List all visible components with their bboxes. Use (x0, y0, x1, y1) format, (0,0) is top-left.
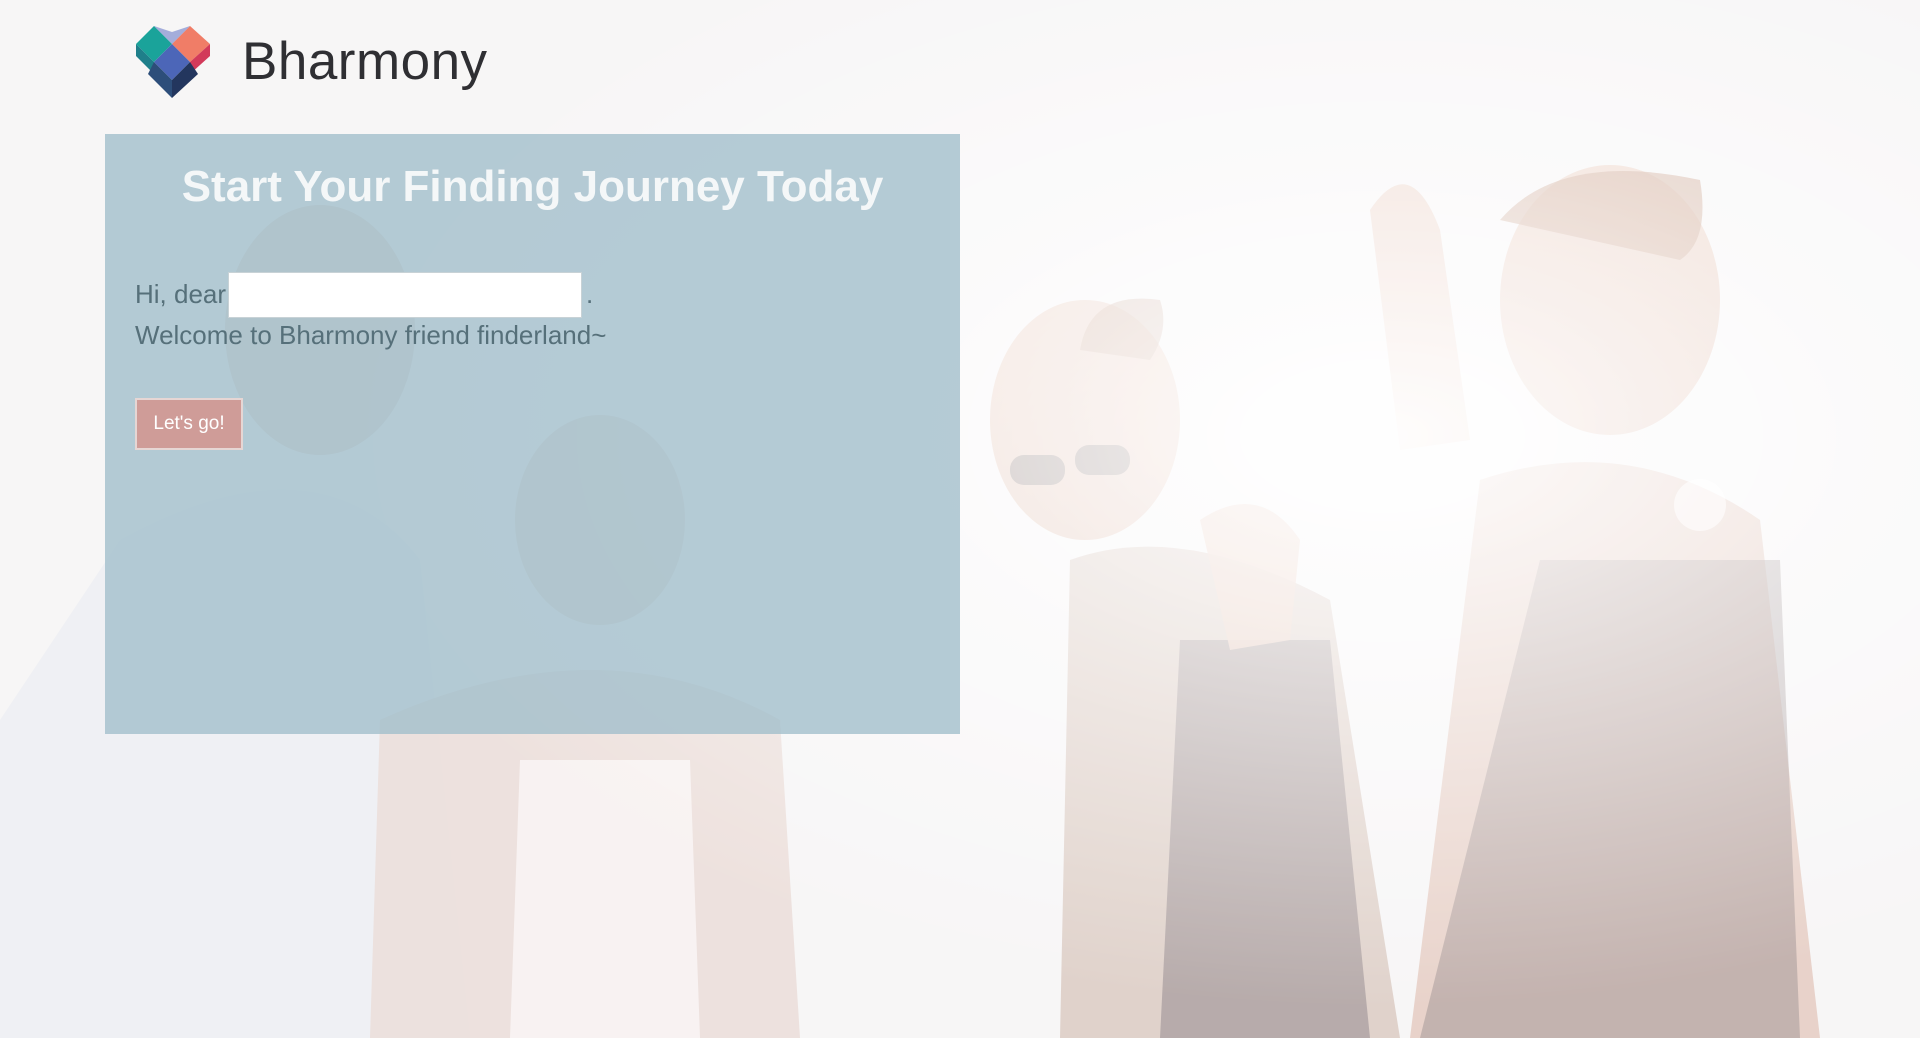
welcome-text: Welcome to Bharmony friend finderland~ (135, 320, 607, 350)
greeting-prefix: Hi, dear (135, 279, 227, 309)
heart-mosaic-icon (136, 26, 210, 98)
lets-go-button[interactable]: Let's go! (135, 398, 243, 450)
page: Bharmony Start Your Finding Journey Toda… (0, 0, 1920, 1038)
greeting-line: Hi, dear . (135, 271, 606, 318)
welcome-panel: Start Your Finding Journey Today Hi, dea… (105, 134, 960, 734)
greeting-suffix: . (586, 279, 594, 309)
greeting-block: Hi, dear . Welcome to Bharmony friend fi… (135, 271, 607, 356)
name-input[interactable] (228, 271, 583, 318)
panel-title: Start Your Finding Journey Today (181, 162, 884, 211)
brand-header: Bharmony (134, 22, 488, 100)
brand-name: Bharmony (242, 31, 488, 91)
